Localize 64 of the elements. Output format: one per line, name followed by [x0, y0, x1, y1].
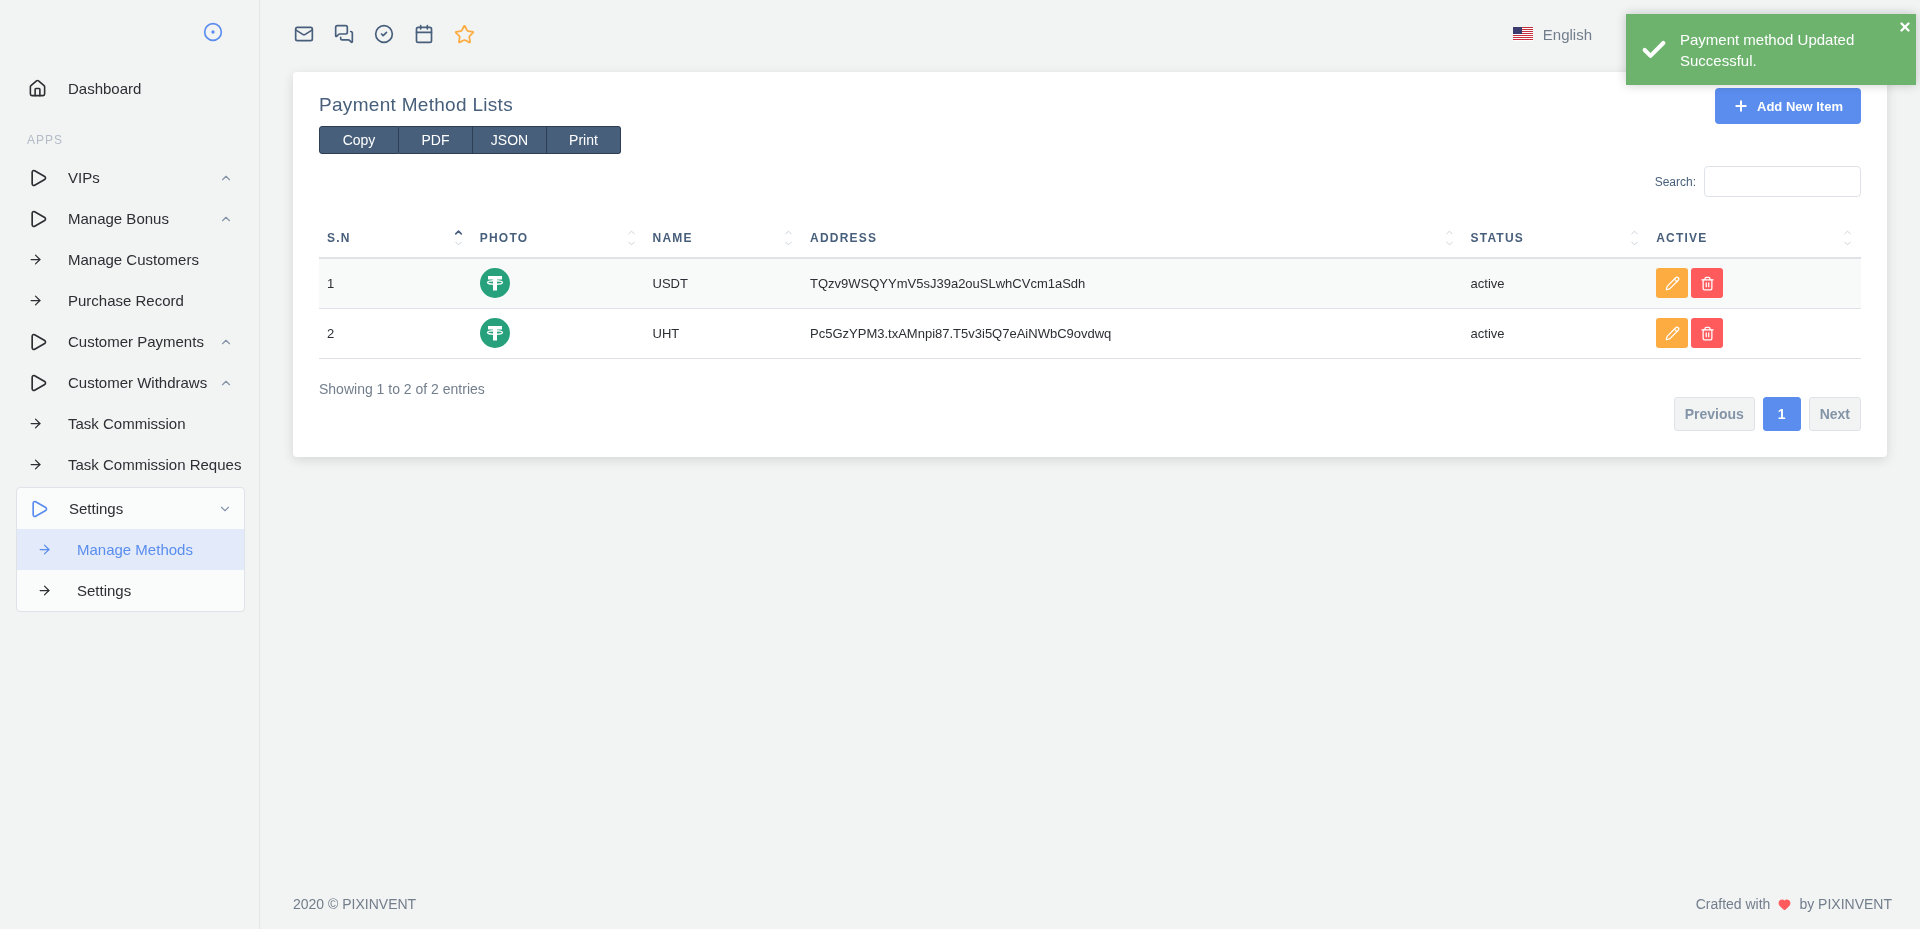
- trash-icon: [1699, 325, 1715, 341]
- search-label: Search:: [1654, 174, 1696, 189]
- triangle-icon: [28, 167, 48, 188]
- delete-button[interactable]: [1691, 268, 1724, 299]
- sidebar-item[interactable]: Settings: [17, 488, 244, 529]
- export-button[interactable]: JSON: [473, 126, 547, 154]
- calendar-icon[interactable]: [414, 23, 434, 44]
- toast-message: Payment method Updated Successful.: [1680, 29, 1856, 71]
- arrow-icon: [28, 457, 43, 472]
- heart-icon: [1778, 897, 1792, 911]
- table-cell: UHT: [644, 308, 803, 358]
- pencil-icon: [1664, 325, 1680, 341]
- close-icon: [1898, 20, 1912, 34]
- check-circle-icon[interactable]: [374, 23, 394, 44]
- arrow-icon: [28, 252, 43, 267]
- triangle-icon: [28, 372, 48, 393]
- sidebar-item[interactable]: Customer Payments: [16, 321, 245, 362]
- entries-info: Showing 1 to 2 of 2 entries: [319, 380, 486, 397]
- arrow-icon: [28, 416, 43, 431]
- coin-logo-icon: [479, 268, 510, 299]
- sidebar-item[interactable]: Task Commission: [16, 403, 245, 444]
- sidebar-item[interactable]: Task Commission Reques: [16, 444, 245, 485]
- copyright-text: 2020 © PIXINVENT: [293, 896, 417, 912]
- card-title: Payment Method Lists: [319, 94, 514, 116]
- sidebar-item[interactable]: Manage Bonus: [16, 198, 245, 239]
- arrow-icon: [37, 542, 52, 557]
- sidebar-toggle-icon[interactable]: [203, 22, 223, 42]
- chat-icon[interactable]: [334, 23, 354, 44]
- sidebar-item[interactable]: Manage Customers: [16, 239, 245, 280]
- sidebar-item[interactable]: Purchase Record: [16, 280, 245, 321]
- search-field[interactable]: [1704, 166, 1861, 197]
- submenu-item[interactable]: Settings: [17, 570, 244, 611]
- table-cell: active: [1462, 258, 1649, 308]
- table-cell: USDT: [644, 258, 803, 308]
- star-icon[interactable]: [454, 23, 475, 45]
- footer-text: by PIXINVENT: [1799, 896, 1892, 912]
- language-selector[interactable]: English: [1542, 25, 1592, 43]
- triangle-icon: [29, 498, 49, 519]
- footer-text: Crafted with: [1695, 896, 1771, 912]
- sidebar-item[interactable]: Customer Withdraws: [16, 362, 245, 403]
- close-button[interactable]: [1898, 20, 1912, 34]
- table-cell: Pc5GzYPM3.txAMnpi87.T5v3i5Q7eAiNWbC9ovdwq: [802, 308, 1463, 358]
- section-label: APPS: [26, 132, 64, 149]
- triangle-icon: [28, 208, 48, 229]
- table-cell: active: [1462, 308, 1649, 358]
- export-button[interactable]: Print: [547, 126, 621, 154]
- edit-button[interactable]: [1656, 318, 1689, 348]
- table-cell: 2: [319, 308, 472, 358]
- arrow-icon: [28, 293, 43, 308]
- table-cell: TQzv9WSQYYmV5sJ39a2ouSLwhCVcm1aSdh: [802, 258, 1463, 308]
- edit-button[interactable]: [1656, 268, 1689, 299]
- triangle-icon: [28, 331, 48, 352]
- coin-logo-icon: [479, 318, 510, 348]
- trash-icon: [1699, 275, 1715, 291]
- sidebar-item[interactable]: Dashboard: [16, 68, 245, 109]
- arrow-icon: [37, 583, 52, 598]
- delete-button[interactable]: [1691, 318, 1724, 348]
- home-icon: [28, 79, 47, 98]
- export-button[interactable]: PDF: [399, 126, 473, 154]
- sidebar-item[interactable]: VIPs: [16, 157, 245, 198]
- flag-icon: [1512, 27, 1533, 41]
- table-cell: 1: [319, 258, 472, 308]
- export-button[interactable]: Copy: [319, 126, 399, 154]
- pencil-icon: [1664, 275, 1680, 291]
